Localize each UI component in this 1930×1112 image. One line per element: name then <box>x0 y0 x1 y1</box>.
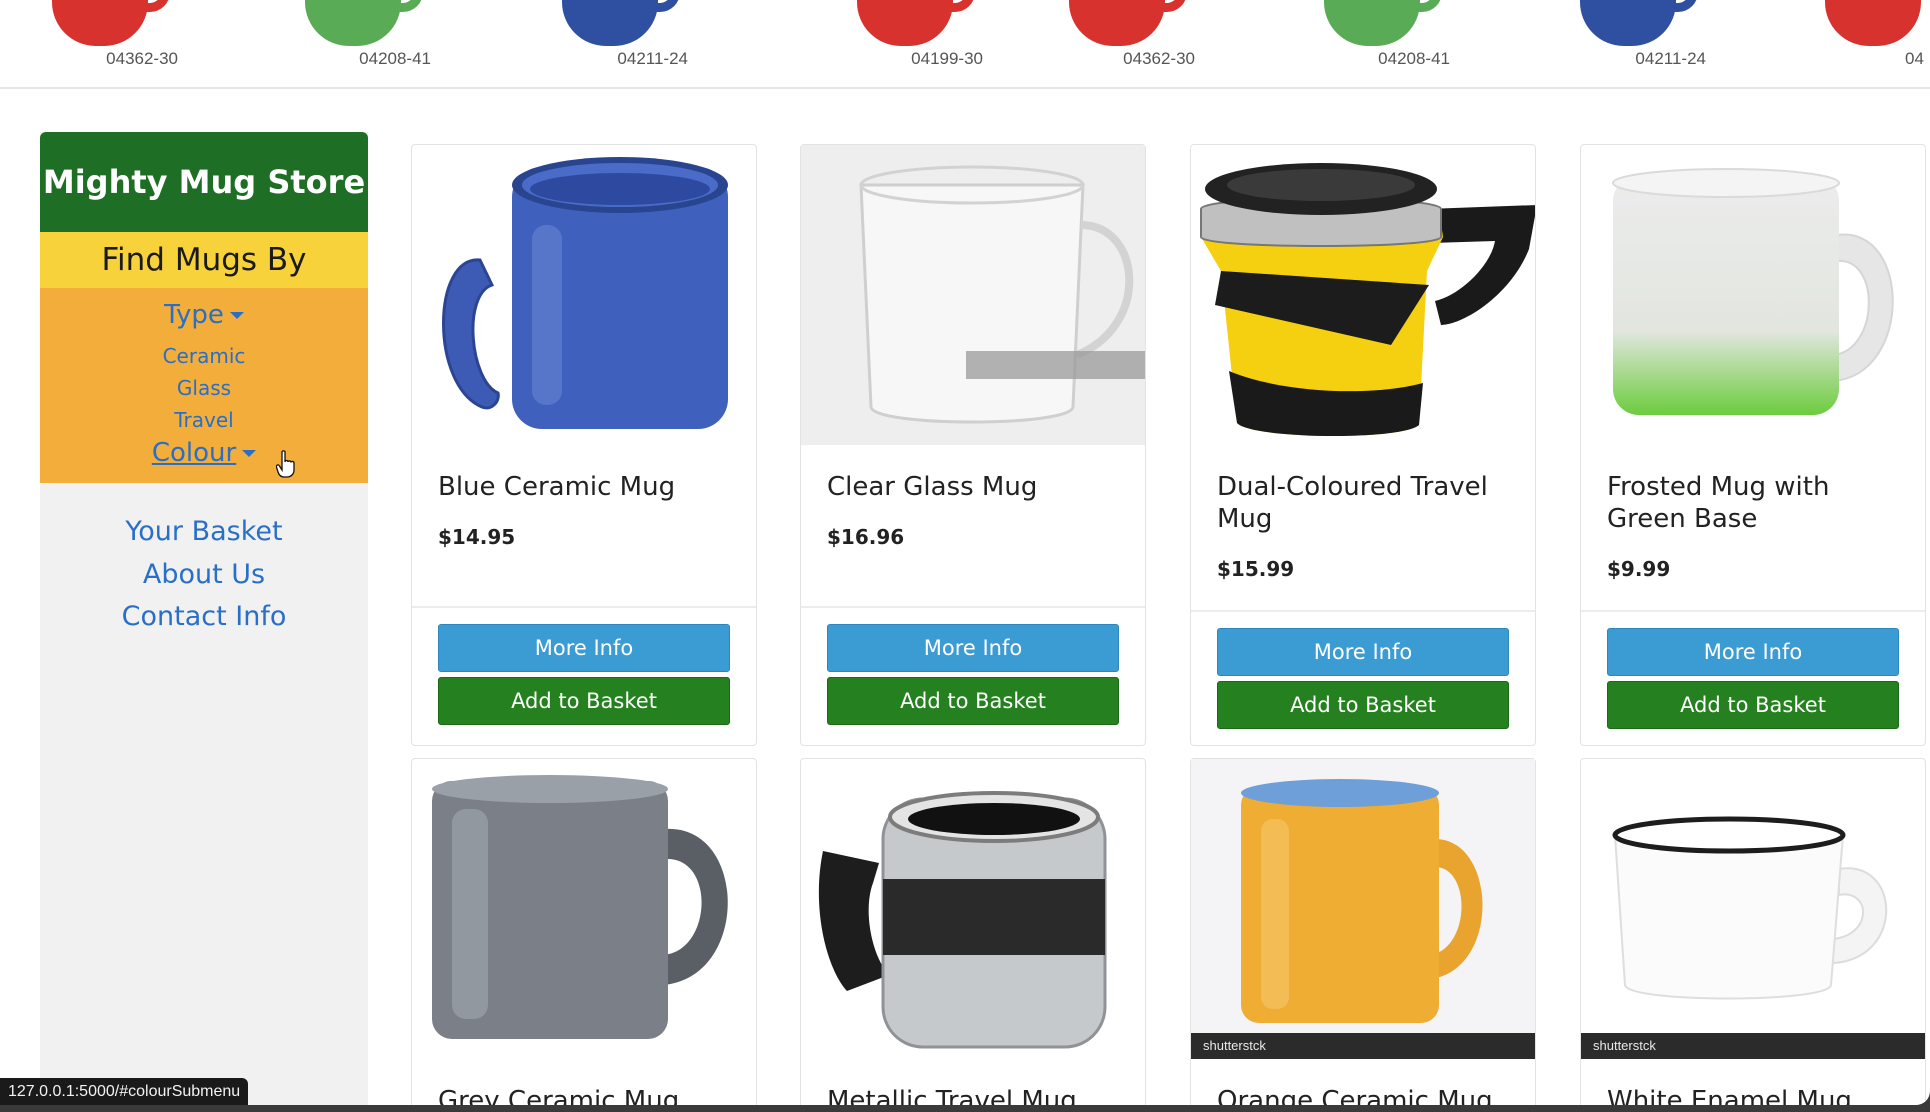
banner-item[interactable]: 04 <box>1815 0 1930 87</box>
product-image[interactable]: shutterstck <box>1191 759 1535 1059</box>
colour-label: Colour <box>151 438 237 468</box>
more-info-button[interactable]: More Info <box>438 624 730 672</box>
add-to-basket-button[interactable]: Add to Basket <box>1607 681 1899 729</box>
mug-handle-icon <box>1664 0 1698 12</box>
find-mugs-by-heading: Find Mugs By <box>40 232 368 288</box>
product-image[interactable] <box>1581 145 1925 445</box>
mug-handle-icon <box>136 0 170 12</box>
banner-code: 04211-24 <box>617 49 688 68</box>
add-to-basket-button[interactable]: Add to Basket <box>1217 681 1509 729</box>
product-name: Metallic Travel Mug <box>827 1086 1077 1105</box>
mug-handle-icon <box>389 0 423 12</box>
product-price: $14.95 <box>438 525 516 549</box>
card-divider <box>1191 610 1535 612</box>
product-name: Frosted Mug with Green Base <box>1607 472 1830 534</box>
product-image[interactable]: shutterstck <box>1581 759 1925 1059</box>
product-name: Grey Ceramic Mug <box>438 1086 680 1105</box>
add-to-basket-button[interactable]: Add to Basket <box>438 677 730 725</box>
card-divider <box>1581 610 1925 612</box>
mug-thumbnail-icon <box>1069 0 1165 46</box>
mug-thumbnail-icon <box>305 0 401 46</box>
product-card: Grey Ceramic Mug <box>411 758 757 1105</box>
banner-code: 04 <box>1905 49 1924 68</box>
product-name: Blue Ceramic Mug <box>438 472 676 502</box>
card-divider <box>412 606 756 608</box>
colour-dropdown-toggle[interactable]: Colour <box>40 438 368 468</box>
banner-item[interactable]: 04199-30 <box>845 0 995 87</box>
more-info-button[interactable]: More Info <box>1607 628 1899 676</box>
filter-panel: Type Ceramic Glass Travel Colour <box>40 288 368 483</box>
store-title: Mighty Mug Store <box>40 132 368 232</box>
product-card: Clear Glass Mug $16.96 More Info Add to … <box>800 144 1146 746</box>
mug-handle-icon <box>646 0 680 12</box>
type-item-glass[interactable]: Glass <box>40 376 368 400</box>
mug-handle-icon <box>941 0 975 12</box>
caret-down-icon <box>242 450 257 457</box>
product-card: Metallic Travel Mug <box>800 758 1146 1105</box>
product-image[interactable] <box>1191 145 1535 445</box>
contact-info-link[interactable]: Contact Info <box>40 601 368 632</box>
top-banner: 04362-30 04208-41 04211-24 04199-30 0436… <box>0 0 1930 89</box>
caret-down-icon <box>229 312 244 319</box>
product-image[interactable] <box>412 145 756 445</box>
product-card: shutterstck White Enamel Mug <box>1580 758 1926 1105</box>
banner-item[interactable]: 04208-41 <box>1312 0 1462 87</box>
banner-code: 04208-41 <box>359 49 431 68</box>
banner-code: 04362-30 <box>106 49 178 68</box>
banner-item[interactable]: 04208-41 <box>293 0 443 87</box>
your-basket-link[interactable]: Your Basket <box>40 516 368 547</box>
product-name: White Enamel Mug <box>1607 1086 1852 1105</box>
hand-cursor-icon <box>276 450 295 478</box>
banner-item[interactable]: 04362-30 <box>1057 0 1207 87</box>
product-name: Clear Glass Mug <box>827 472 1038 502</box>
mug-thumbnail-icon <box>1324 0 1420 46</box>
watermark-bar: shutterstck <box>1581 1033 1925 1059</box>
type-label: Type <box>164 300 224 330</box>
product-name: Dual-Coloured Travel Mug <box>1217 472 1488 534</box>
mug-handle-icon <box>1153 0 1187 12</box>
browser-viewport: 04362-30 04208-41 04211-24 04199-30 0436… <box>0 0 1930 1105</box>
status-url: 127.0.0.1:5000/#colourSubmenu <box>0 1078 249 1105</box>
type-item-travel[interactable]: Travel <box>40 408 368 432</box>
banner-item[interactable]: 04362-30 <box>40 0 190 87</box>
mug-handle-icon <box>1408 0 1442 12</box>
type-dropdown-toggle[interactable]: Type <box>40 300 368 330</box>
product-card: Frosted Mug with Green Base $9.99 More I… <box>1580 144 1926 746</box>
about-us-link[interactable]: About Us <box>40 559 368 590</box>
mug-thumbnail-icon <box>857 0 953 46</box>
banner-code: 04199-30 <box>911 49 983 68</box>
add-to-basket-button[interactable]: Add to Basket <box>827 677 1119 725</box>
banner-item[interactable]: 04211-24 <box>550 0 700 87</box>
banner-code: 04208-41 <box>1378 49 1450 68</box>
mug-thumbnail-icon <box>562 0 658 46</box>
watermark-bar: shutterstck <box>1191 1033 1535 1059</box>
product-card: shutterstck Orange Ceramic Mug <box>1190 758 1536 1105</box>
product-price: $9.99 <box>1607 557 1671 581</box>
type-item-ceramic[interactable]: Ceramic <box>40 344 368 368</box>
product-price: $16.96 <box>827 525 905 549</box>
product-price: $15.99 <box>1217 557 1295 581</box>
product-card: Blue Ceramic Mug $14.95 More Info Add to… <box>411 144 757 746</box>
banner-code: 04362-30 <box>1123 49 1195 68</box>
product-image[interactable] <box>801 145 1145 445</box>
product-image[interactable] <box>801 759 1145 1059</box>
banner-code: 04211-24 <box>1635 49 1706 68</box>
product-image[interactable] <box>412 759 756 1059</box>
mug-thumbnail-icon <box>1825 0 1921 46</box>
more-info-button[interactable]: More Info <box>1217 628 1509 676</box>
more-info-button[interactable]: More Info <box>827 624 1119 672</box>
banner-item[interactable]: 04211-24 <box>1568 0 1718 87</box>
mug-thumbnail-icon <box>52 0 148 46</box>
mug-thumbnail-icon <box>1580 0 1676 46</box>
product-card: Dual-Coloured Travel Mug $15.99 More Inf… <box>1190 144 1536 746</box>
card-divider <box>801 606 1145 608</box>
product-name: Orange Ceramic Mug <box>1217 1086 1493 1105</box>
